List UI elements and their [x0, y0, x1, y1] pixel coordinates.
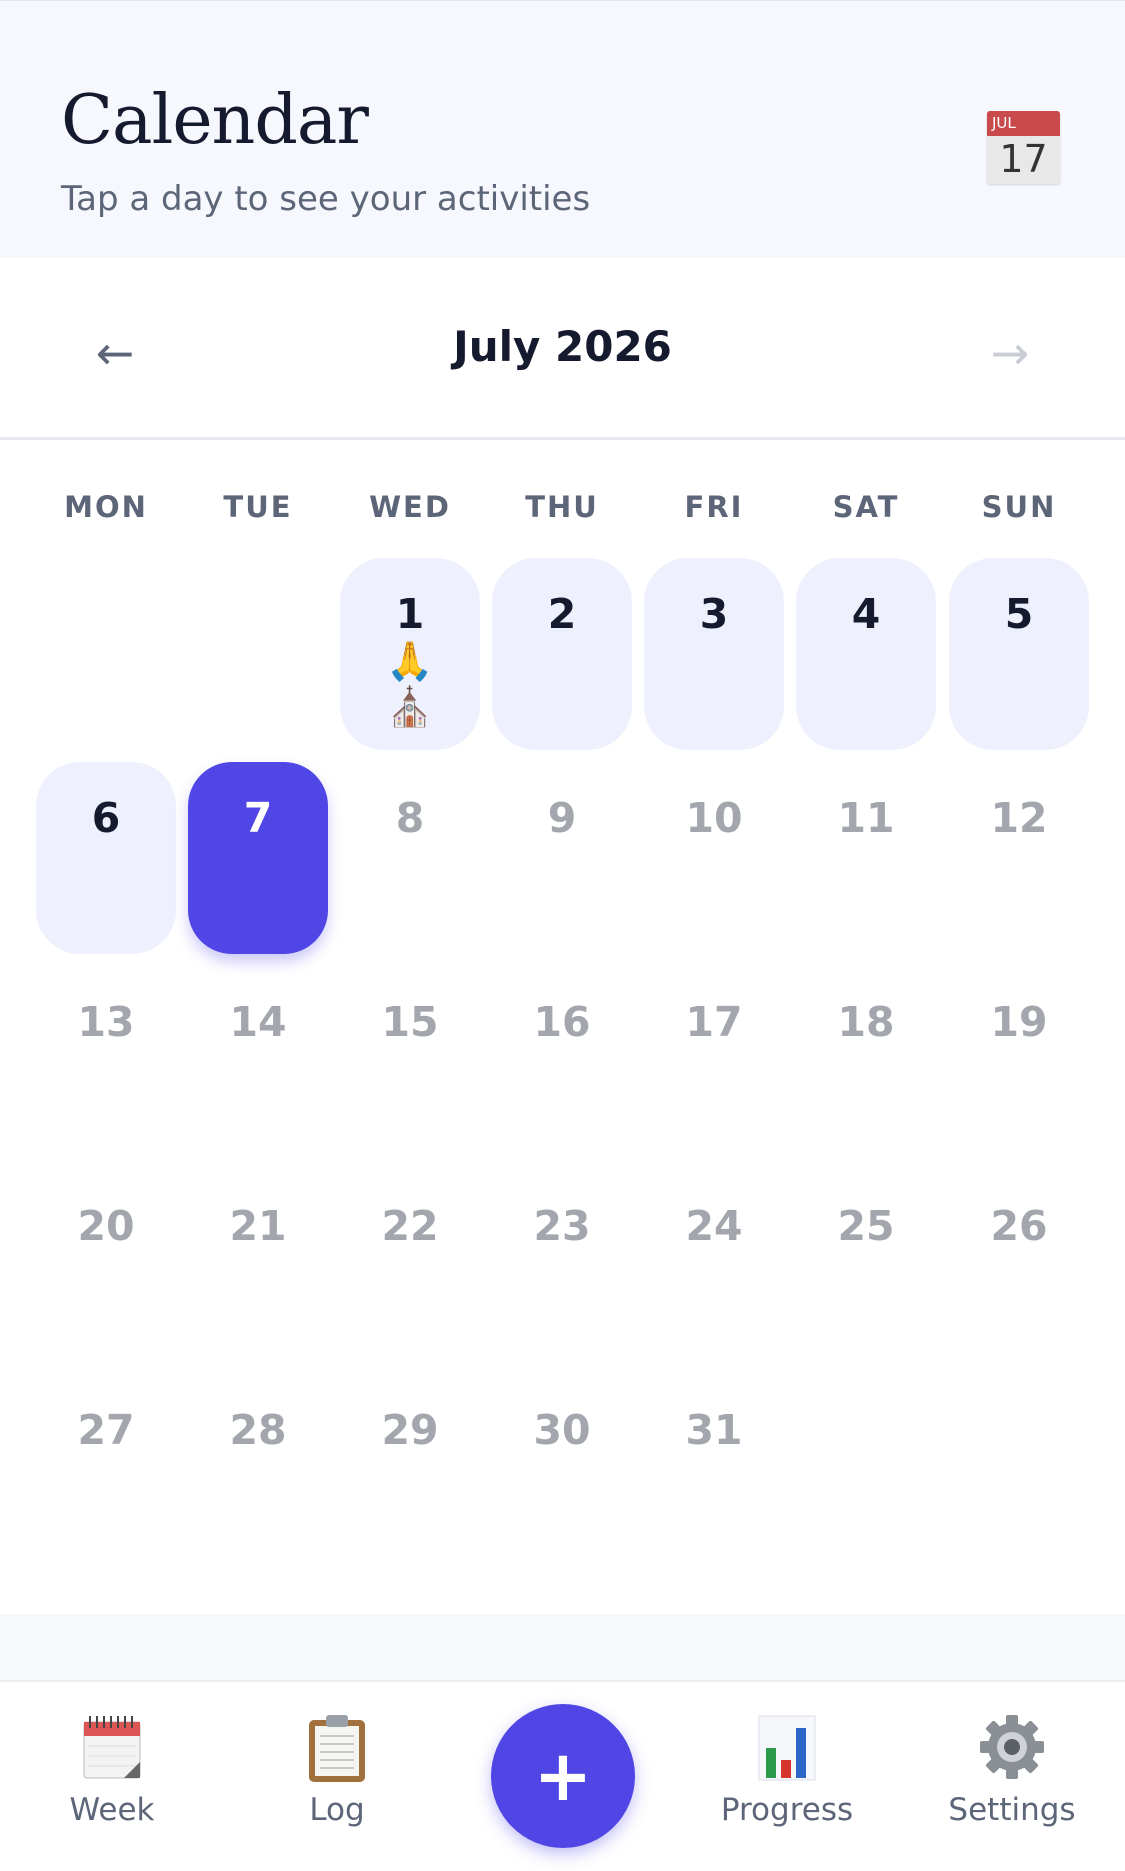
tab-label: Week — [69, 1792, 155, 1828]
day-number: 25 — [837, 1202, 895, 1250]
day-cell-25[interactable]: 25 — [796, 1170, 936, 1362]
tab-progress[interactable]: Progress — [697, 1712, 877, 1852]
day-number: 29 — [381, 1406, 439, 1454]
day-number: 7 — [243, 794, 273, 842]
day-cell-6[interactable]: 6 — [36, 762, 176, 954]
day-cell-15[interactable]: 15 — [340, 966, 480, 1158]
day-cell-2[interactable]: 2 — [492, 558, 632, 750]
day-number: 22 — [381, 1202, 439, 1250]
day-number: 20 — [77, 1202, 135, 1250]
day-cell-29[interactable]: 29 — [340, 1374, 480, 1566]
day-number: 5 — [1004, 590, 1034, 638]
day-cell-31[interactable]: 31 — [644, 1374, 784, 1566]
day-cell-8[interactable]: 8 — [340, 762, 480, 954]
day-cell-24[interactable]: 24 — [644, 1170, 784, 1362]
day-cell-30[interactable]: 30 — [492, 1374, 632, 1566]
church-icon: ⛪ — [386, 685, 434, 729]
day-number: 8 — [395, 794, 425, 842]
day-number: 18 — [837, 998, 895, 1046]
bar-chart-icon — [697, 1712, 877, 1788]
day-number: 23 — [533, 1202, 591, 1250]
gear-icon — [922, 1712, 1102, 1788]
tab-settings[interactable]: Settings — [922, 1712, 1102, 1852]
footer-band — [0, 1614, 1125, 1680]
calendar-grid: 1 🙏 ⛪ 2 3 4 5 6 7 8 9 10 11 12 13 14 15 16 17 18 19 20 21 22 23 2… — [0, 0, 1125, 1871]
day-number: 14 — [229, 998, 287, 1046]
day-cell-26[interactable]: 26 — [949, 1170, 1089, 1362]
day-number: 21 — [229, 1202, 287, 1250]
day-cell-11[interactable]: 11 — [796, 762, 936, 954]
day-number: 19 — [990, 998, 1048, 1046]
day-cell-9[interactable]: 9 — [492, 762, 632, 954]
day-cell-17[interactable]: 17 — [644, 966, 784, 1158]
day-cell-22[interactable]: 22 — [340, 1170, 480, 1362]
tab-log[interactable]: Log — [247, 1712, 427, 1852]
day-number: 6 — [91, 794, 121, 842]
praying-hands-icon: 🙏 — [386, 639, 434, 683]
day-number: 17 — [685, 998, 743, 1046]
day-cell-3[interactable]: 3 — [644, 558, 784, 750]
day-cell-10[interactable]: 10 — [644, 762, 784, 954]
day-cell-13[interactable]: 13 — [36, 966, 176, 1158]
day-cell-4[interactable]: 4 — [796, 558, 936, 750]
day-cell-14[interactable]: 14 — [188, 966, 328, 1158]
day-cell-12[interactable]: 12 — [949, 762, 1089, 954]
day-cell-7[interactable]: 7 — [188, 762, 328, 954]
day-number: 27 — [77, 1406, 135, 1454]
add-activity-button[interactable]: + — [491, 1704, 635, 1848]
tab-week[interactable]: Week — [22, 1712, 202, 1852]
day-number: 26 — [990, 1202, 1048, 1250]
clipboard-icon — [247, 1712, 427, 1788]
day-number: 11 — [837, 794, 895, 842]
day-number: 10 — [685, 794, 743, 842]
day-number: 2 — [547, 590, 577, 638]
day-cell-19[interactable]: 19 — [949, 966, 1089, 1158]
day-number: 30 — [533, 1406, 591, 1454]
day-number: 3 — [699, 590, 729, 638]
tab-label: Settings — [948, 1792, 1076, 1828]
day-cell-20[interactable]: 20 — [36, 1170, 176, 1362]
day-number: 4 — [851, 590, 881, 638]
day-number: 12 — [990, 794, 1048, 842]
day-cell-23[interactable]: 23 — [492, 1170, 632, 1362]
plus-icon: + — [533, 1735, 593, 1817]
day-number: 28 — [229, 1406, 287, 1454]
tab-label: Log — [309, 1792, 365, 1828]
day-number: 24 — [685, 1202, 743, 1250]
day-number: 16 — [533, 998, 591, 1046]
day-number: 9 — [547, 794, 577, 842]
day-number: 1 — [395, 590, 425, 638]
spiral-calendar-icon — [22, 1712, 202, 1788]
day-cell-21[interactable]: 21 — [188, 1170, 328, 1362]
day-cell-27[interactable]: 27 — [36, 1374, 176, 1566]
day-cell-16[interactable]: 16 — [492, 966, 632, 1158]
day-cell-1[interactable]: 1 🙏 ⛪ — [340, 558, 480, 750]
day-cell-28[interactable]: 28 — [188, 1374, 328, 1566]
day-number: 31 — [685, 1406, 743, 1454]
day-number: 15 — [381, 998, 439, 1046]
tab-label: Progress — [720, 1792, 854, 1828]
day-cell-5[interactable]: 5 — [949, 558, 1089, 750]
day-number: 13 — [77, 998, 135, 1046]
day-cell-18[interactable]: 18 — [796, 966, 936, 1158]
